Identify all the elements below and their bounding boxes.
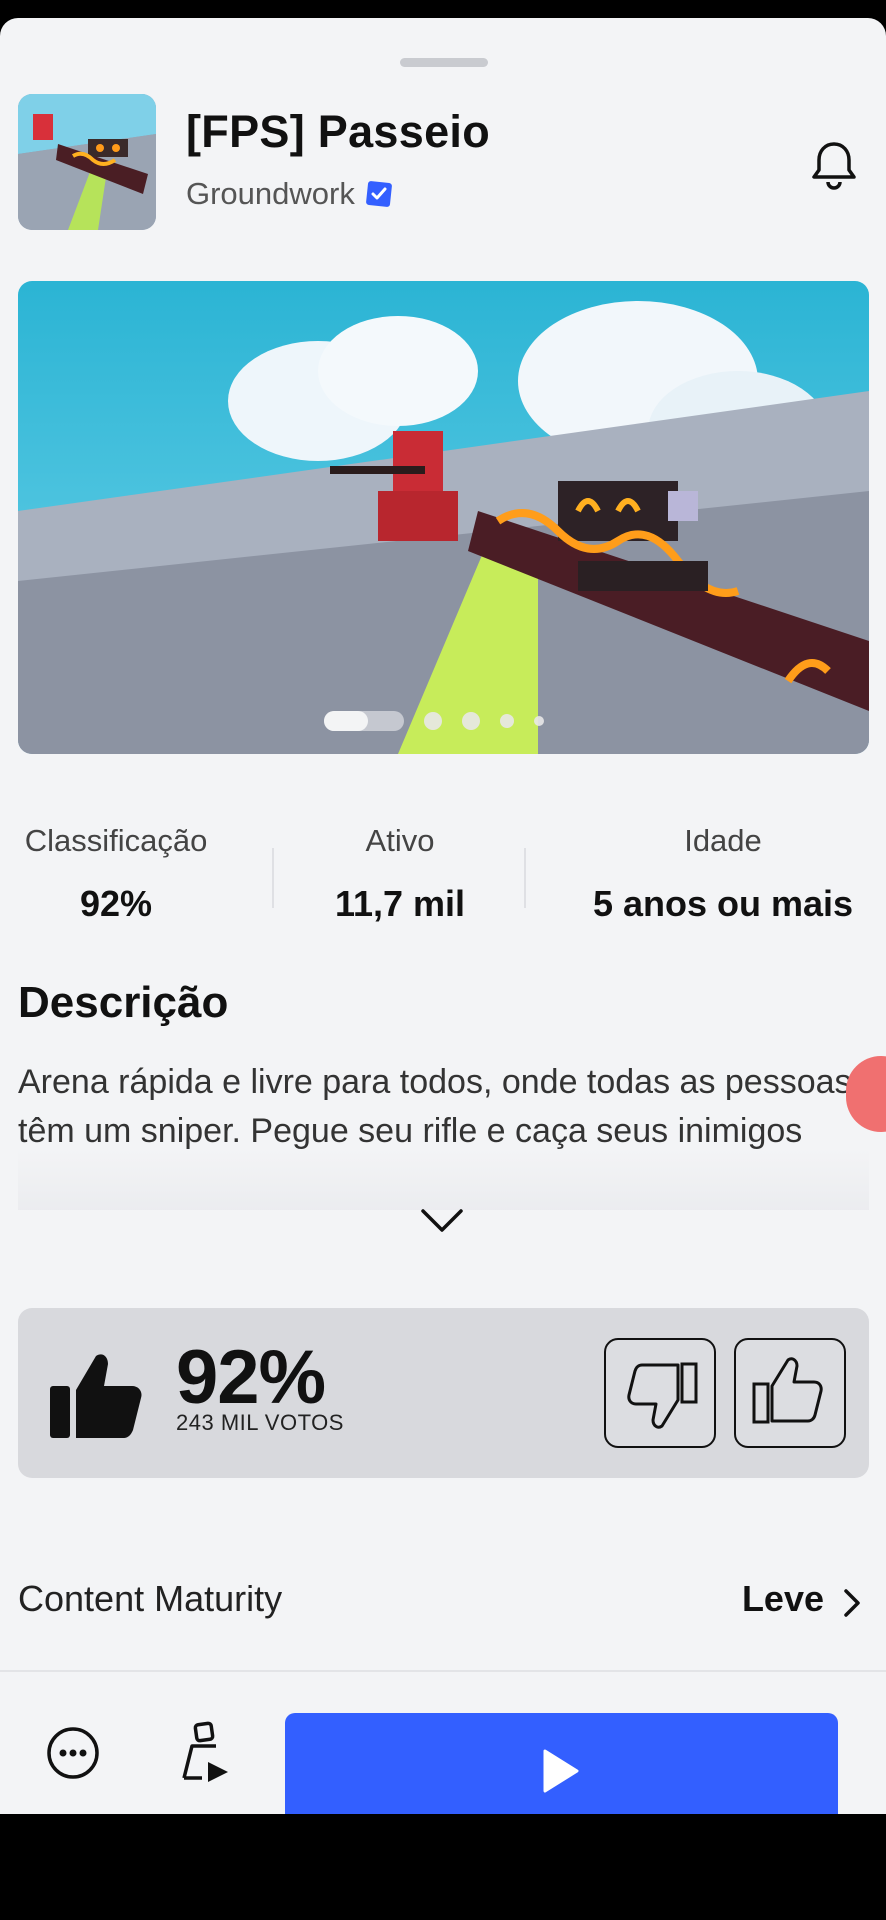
content-maturity-label: Content Maturity — [18, 1578, 283, 1619]
stat-divider — [272, 848, 274, 908]
media-carousel[interactable] — [18, 281, 869, 754]
thumbs-down-icon — [627, 1362, 698, 1429]
vote-count: 243 MIL VOTOS — [176, 1410, 344, 1435]
voting-panel: 92% 243 MIL VOTOS — [18, 1308, 869, 1478]
drag-handle[interactable] — [400, 58, 488, 67]
verified-badge-icon — [365, 181, 392, 207]
thumbs-up-outline-icon — [752, 1357, 823, 1424]
divider — [0, 1670, 886, 1672]
more-options-icon[interactable] — [38, 1718, 108, 1788]
stat-rating: Classificação 92% — [18, 823, 214, 925]
carousel-dot[interactable] — [462, 712, 480, 730]
creator-name: Groundwork — [186, 176, 355, 211]
play-icon — [543, 1749, 579, 1793]
stat-value: 11,7 mil — [334, 883, 466, 924]
stat-age: Idade 5 anos ou mais — [570, 823, 876, 925]
stat-label: Idade — [684, 823, 762, 858]
stat-label: Ativo — [365, 823, 435, 858]
description-heading: Descrição — [18, 978, 229, 1027]
stat-divider — [524, 848, 526, 908]
creator-link[interactable]: Groundwork — [186, 176, 393, 212]
carousel-dot[interactable] — [534, 716, 544, 726]
play-button[interactable] — [285, 1713, 838, 1814]
content-maturity-row[interactable]: Content Maturity Leve — [18, 1576, 868, 1624]
thumbs-up-icon — [50, 1354, 142, 1438]
content-maturity-value: Leve — [741, 1578, 824, 1619]
carousel-dot-active[interactable] — [324, 711, 404, 731]
stat-active: Ativo 11,7 mil — [300, 823, 500, 925]
game-stats: Classificação 92% Ativo 11,7 mil Idade 5… — [0, 823, 886, 933]
chevron-down-icon[interactable] — [420, 1208, 464, 1234]
game-thumbnail — [18, 94, 156, 230]
rating-percent: 92% — [176, 1335, 326, 1420]
description-fade — [18, 1148, 869, 1210]
dislike-button[interactable] — [604, 1338, 716, 1448]
stat-value: 5 anos ou mais — [592, 883, 854, 924]
carousel-dot[interactable] — [424, 712, 442, 730]
chevron-right-icon — [844, 1589, 860, 1617]
description-text: Arena rápida e livre para todos, onde to… — [18, 1063, 852, 1150]
stat-value: 92% — [79, 883, 153, 924]
stat-label: Classificação — [24, 823, 208, 858]
game-screenshot — [18, 281, 869, 754]
game-title: [FPS] Passeio — [186, 106, 491, 157]
carousel-pagination — [324, 711, 544, 731]
bell-icon[interactable] — [806, 138, 862, 194]
party-avatar-icon[interactable] — [172, 1718, 242, 1788]
bottom-action-bar — [0, 1688, 886, 1814]
game-details-sheet: [FPS] Passeio Groundwork Classificação 9… — [0, 18, 886, 1814]
carousel-dot[interactable] — [500, 714, 514, 728]
like-button[interactable] — [734, 1338, 846, 1448]
